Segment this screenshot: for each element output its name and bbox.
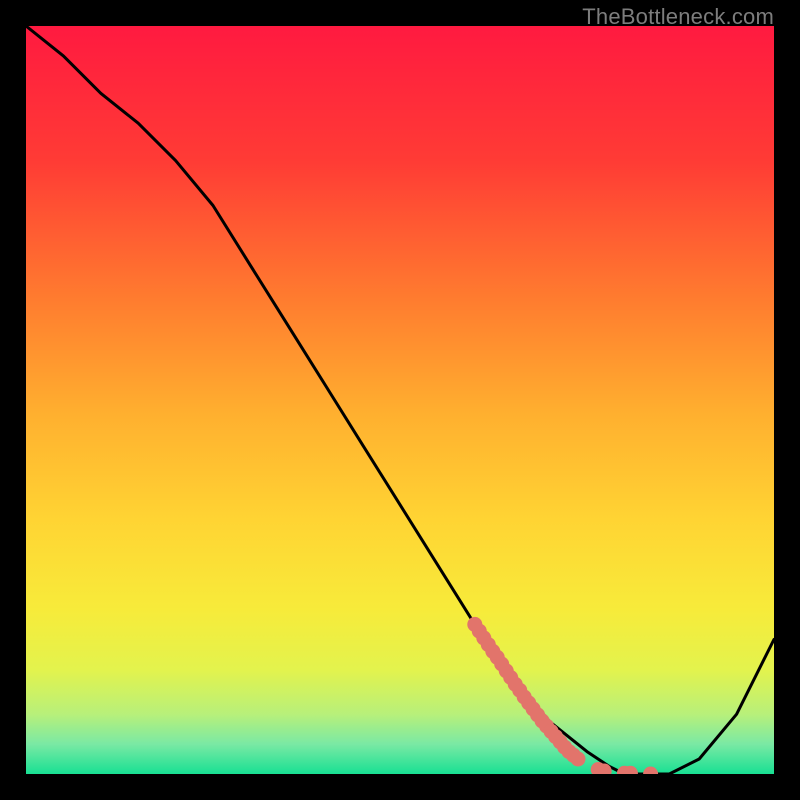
chart-background [26, 26, 774, 774]
highlight-dot [571, 752, 586, 767]
chart-frame [26, 26, 774, 774]
chart-svg [26, 26, 774, 774]
